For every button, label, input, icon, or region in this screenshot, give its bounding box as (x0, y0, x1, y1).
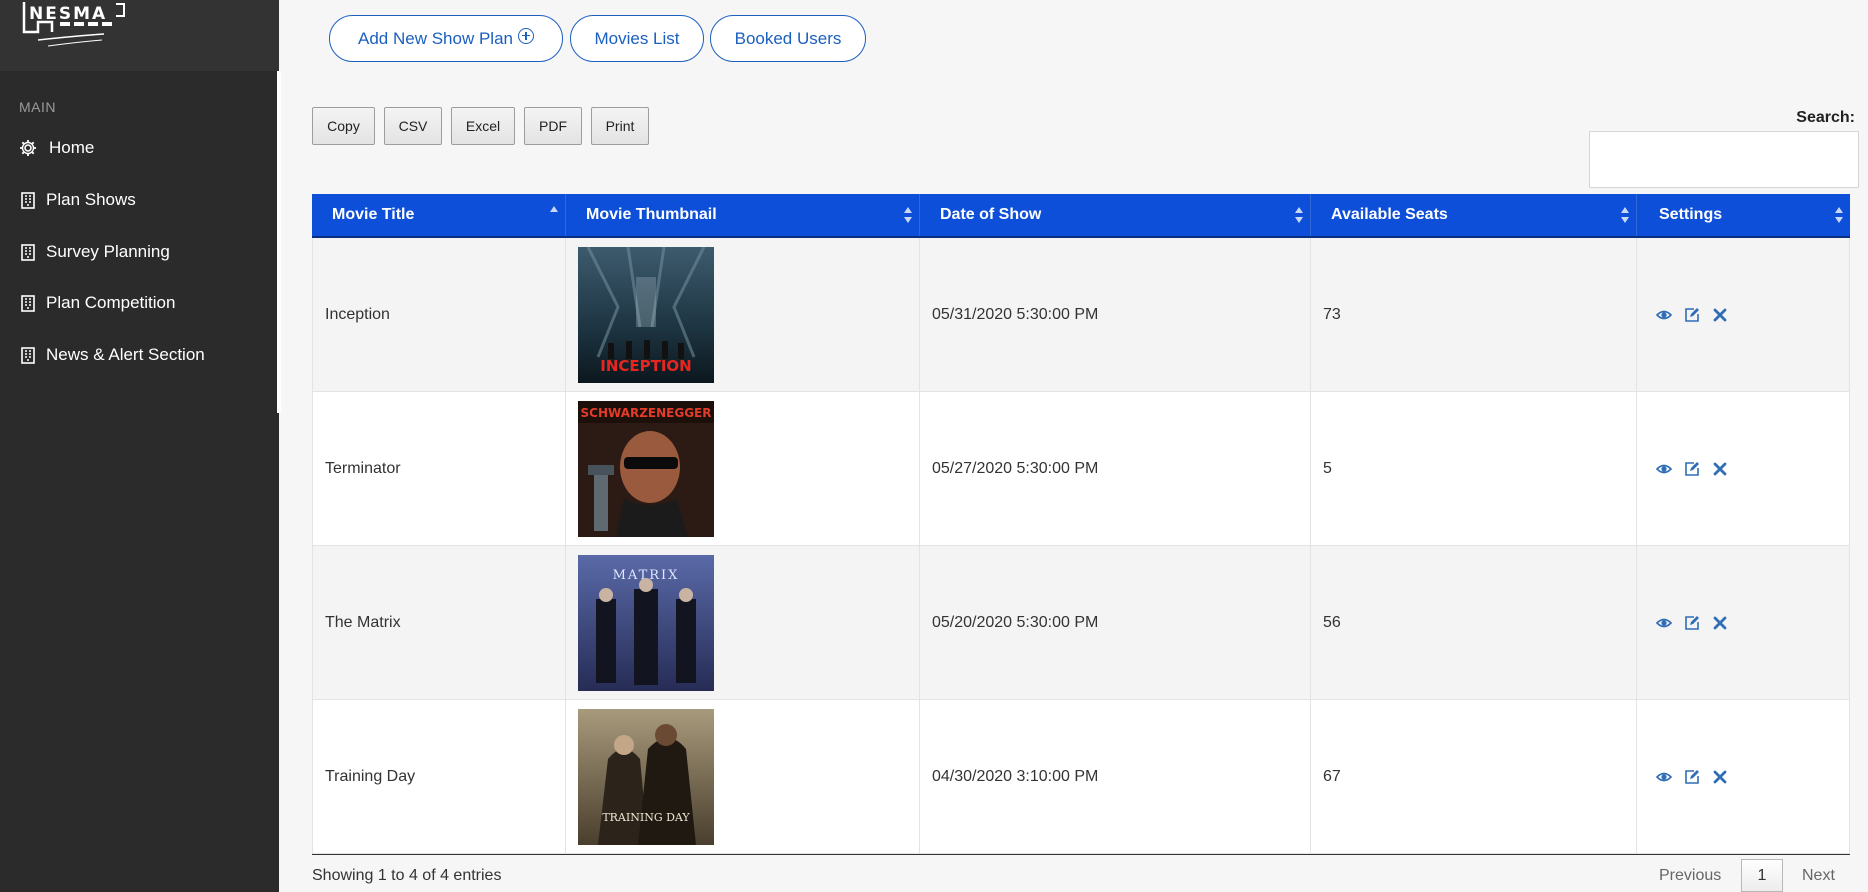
building-icon (19, 294, 37, 312)
sidebar: NESMA MAIN Home Plan Shows Survey Planni… (0, 0, 281, 892)
cell-movie-thumbnail: SCHWARZENEGGER (566, 392, 920, 545)
column-header-movie-title[interactable]: Movie Title (312, 194, 566, 236)
pagination-previous[interactable]: Previous (1659, 867, 1721, 885)
sort-icon (1835, 207, 1844, 223)
training-day-poster-image: TRAINING DAY (578, 708, 714, 845)
cell-movie-title: Terminator (312, 392, 566, 545)
column-label: Movie Title (332, 206, 415, 223)
matrix-poster-image: MATRIX (578, 554, 714, 691)
column-label: Settings (1659, 206, 1723, 223)
delete-icon[interactable] (1712, 307, 1728, 323)
column-header-movie-thumbnail[interactable]: Movie Thumbnail (566, 194, 920, 236)
delete-icon[interactable] (1712, 461, 1728, 477)
sidebar-item-label: News & Alert Section (46, 345, 205, 364)
edit-icon[interactable] (1684, 615, 1700, 631)
sort-icon (1621, 207, 1630, 223)
search-input[interactable] (1589, 131, 1859, 188)
edit-icon[interactable] (1684, 307, 1700, 323)
pagination-page-1[interactable]: 1 (1741, 859, 1783, 892)
add-new-show-plan-label: Add New Show Plan (358, 28, 513, 48)
sidebar-item-survey-planning[interactable]: Survey Planning (19, 242, 170, 262)
inception-poster-image: INCEPTION (578, 246, 714, 383)
sort-icon (904, 207, 913, 223)
sidebar-item-plan-shows[interactable]: Plan Shows (19, 190, 136, 210)
table-row: Inception INCEPTION 05/31/2020 5:30:00 P… (312, 238, 1850, 392)
sidebar-item-label: Home (49, 138, 95, 157)
print-button[interactable]: Print (591, 107, 649, 145)
svg-text:SCHWARZENEGGER: SCHWARZENEGGER (581, 406, 712, 420)
sort-asc-icon (550, 206, 559, 222)
sidebar-item-label: Plan Competition (46, 293, 176, 312)
table-row: Training Day TRAINING DAY 04/30/2020 3:1… (312, 700, 1850, 854)
table-header: Movie Title Movie Thumbnail Date of Show… (312, 194, 1850, 238)
edit-icon[interactable] (1684, 461, 1700, 477)
cell-settings (1637, 546, 1850, 699)
cell-date-of-show: 04/30/2020 3:10:00 PM (920, 700, 1311, 853)
movies-list-button[interactable]: Movies List (570, 15, 704, 62)
csv-button[interactable]: CSV (384, 107, 442, 145)
booked-users-button[interactable]: Booked Users (710, 15, 866, 62)
cell-settings (1637, 700, 1850, 853)
svg-text:TRAINING DAY: TRAINING DAY (602, 811, 690, 824)
column-label: Available Seats (1331, 206, 1448, 223)
cell-available-seats: 67 (1311, 700, 1637, 853)
sidebar-item-plan-competition[interactable]: Plan Competition (19, 293, 175, 313)
sort-icon (1295, 207, 1304, 223)
table-row: The Matrix MATRIX 05/20/2020 5:30:00 PM … (312, 546, 1850, 700)
cell-movie-title: Training Day (312, 700, 566, 853)
pagination-next[interactable]: Next (1802, 867, 1835, 885)
sidebar-item-news-alert[interactable]: News & Alert Section (19, 345, 205, 365)
cell-date-of-show: 05/20/2020 5:30:00 PM (920, 546, 1311, 699)
building-icon (19, 243, 37, 261)
pdf-button[interactable]: PDF (524, 107, 582, 145)
delete-icon[interactable] (1712, 769, 1728, 785)
sidebar-item-home[interactable]: Home (19, 138, 94, 158)
cell-movie-title: Inception (312, 238, 566, 391)
column-header-date-of-show[interactable]: Date of Show (920, 194, 1311, 236)
cell-date-of-show: 05/31/2020 5:30:00 PM (920, 238, 1311, 391)
search-label: Search: (1796, 109, 1855, 126)
svg-text:NESMA: NESMA (29, 4, 107, 24)
terminator-poster-image: SCHWARZENEGGER (578, 400, 714, 537)
view-eye-icon[interactable] (1656, 461, 1672, 477)
column-header-settings[interactable]: Settings (1637, 194, 1850, 236)
view-eye-icon[interactable] (1656, 615, 1672, 631)
column-label: Date of Show (940, 206, 1042, 223)
sidebar-item-label: Plan Shows (46, 190, 136, 209)
cell-available-seats: 5 (1311, 392, 1637, 545)
sidebar-item-label: Survey Planning (46, 242, 170, 261)
nesma-logo[interactable]: NESMA (20, 0, 130, 50)
view-eye-icon[interactable] (1656, 769, 1672, 785)
edit-icon[interactable] (1684, 769, 1700, 785)
sidebar-divider (277, 71, 281, 413)
sidebar-section-label: MAIN (19, 99, 56, 115)
cell-movie-thumbnail: INCEPTION (566, 238, 920, 391)
table-info: Showing 1 to 4 of 4 entries (312, 867, 502, 884)
cell-available-seats: 56 (1311, 546, 1637, 699)
column-label: Movie Thumbnail (586, 206, 717, 223)
cell-movie-title: The Matrix (312, 546, 566, 699)
cell-settings (1637, 238, 1850, 391)
cell-movie-thumbnail: MATRIX (566, 546, 920, 699)
plus-circle-icon (517, 27, 534, 44)
cell-available-seats: 73 (1311, 238, 1637, 391)
view-eye-icon[interactable] (1656, 307, 1672, 323)
shows-table: Movie Title Movie Thumbnail Date of Show… (312, 194, 1850, 854)
gear-icon (19, 139, 37, 157)
building-icon (19, 191, 37, 209)
add-new-show-plan-button[interactable]: Add New Show Plan (329, 15, 563, 62)
cell-movie-thumbnail: TRAINING DAY (566, 700, 920, 853)
building-icon (19, 346, 37, 364)
table-row: Terminator SCHWARZENEGGER 05/27/2020 5:3… (312, 392, 1850, 546)
table-bottom-border (312, 854, 1850, 855)
delete-icon[interactable] (1712, 615, 1728, 631)
column-header-available-seats[interactable]: Available Seats (1311, 194, 1637, 236)
excel-button[interactable]: Excel (451, 107, 515, 145)
cell-settings (1637, 392, 1850, 545)
cell-date-of-show: 05/27/2020 5:30:00 PM (920, 392, 1311, 545)
svg-text:INCEPTION: INCEPTION (600, 357, 692, 375)
brand-header: NESMA (0, 0, 279, 71)
copy-button[interactable]: Copy (312, 107, 375, 145)
